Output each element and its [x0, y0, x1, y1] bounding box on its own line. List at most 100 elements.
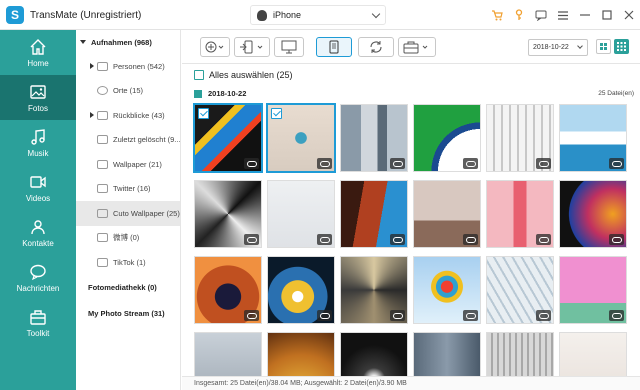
feedback-icon[interactable] [530, 0, 552, 30]
cloud-icon [244, 310, 259, 321]
checkbox-icon [194, 70, 204, 80]
photo-thumbnail[interactable] [559, 256, 627, 324]
message-icon [30, 264, 46, 280]
nav-kontakte[interactable]: Kontakte [0, 210, 76, 255]
grid-view-large-button[interactable] [596, 39, 611, 54]
export-to-itunes-button[interactable] [316, 37, 352, 57]
convert-button[interactable] [358, 37, 394, 57]
photo-thumbnail[interactable] [266, 103, 336, 173]
checkbox-checked[interactable] [271, 108, 282, 119]
album-item[interactable]: TikTok (1) [76, 250, 180, 275]
photo-thumbnail[interactable] [194, 332, 262, 376]
album-item[interactable]: Twitter (16) [76, 177, 180, 202]
toolbox-button[interactable] [398, 37, 436, 57]
close-icon[interactable] [618, 0, 640, 30]
video-icon [30, 175, 46, 188]
photo-thumbnail[interactable] [413, 104, 481, 172]
photo-thumbnail[interactable] [413, 256, 481, 324]
cloud-icon [609, 234, 624, 245]
minimize-icon[interactable] [574, 0, 596, 30]
status-bar: Insgesamt: 25 Datei(en)/38.04 MB; Ausgew… [182, 376, 640, 390]
cloud-icon [244, 234, 259, 245]
group-checkbox[interactable] [194, 89, 202, 98]
heart-icon [97, 110, 108, 120]
collapse-icon [90, 112, 94, 119]
export-to-pc-button[interactable] [274, 37, 304, 57]
photo-thumbnail[interactable] [340, 104, 408, 172]
cloud-icon [609, 310, 624, 321]
nav-musik[interactable]: Musik [0, 120, 76, 165]
photo-thumbnail[interactable] [486, 256, 554, 324]
nav-label: Toolkit [26, 328, 50, 338]
device-selector[interactable]: iPhone [250, 5, 386, 25]
maximize-icon[interactable] [596, 0, 618, 30]
photo-thumbnail[interactable] [340, 256, 408, 324]
photo-thumbnail[interactable] [193, 103, 263, 173]
album-group-label: Aufnahmen (968) [91, 37, 152, 47]
album-item[interactable]: Orte (15) [76, 79, 180, 104]
album-group-aufnahmen[interactable]: Aufnahmen (968) [76, 30, 180, 54]
nav-fotos[interactable]: Fotos [0, 75, 76, 120]
album-item[interactable]: Personen (542) [76, 54, 180, 79]
photo-thumbnail[interactable] [267, 256, 335, 324]
photo-thumbnail[interactable] [340, 180, 408, 248]
nav-label: Nachrichten [16, 283, 60, 293]
album-item[interactable]: Zuletzt gelöscht (9... [76, 128, 180, 153]
photo-thumbnail[interactable] [413, 180, 481, 248]
photo-thumbnail[interactable] [559, 332, 627, 376]
contacts-icon [31, 219, 45, 234]
album-label: Rückblicke (43) [113, 110, 165, 120]
grid-small-icon [617, 42, 626, 51]
photo-thumbnail[interactable] [267, 332, 335, 376]
date-group-label: 2018-10-22 [208, 89, 247, 98]
cloud-icon [244, 158, 259, 169]
phone-export-icon [240, 40, 263, 54]
photo-thumbnail[interactable] [267, 180, 335, 248]
photo-icon [30, 84, 46, 99]
cloud-icon [536, 158, 551, 169]
date-filter-select[interactable]: 2018-10-22 [528, 39, 588, 56]
album-label: 微博 (0) [113, 233, 140, 243]
apple-icon [257, 9, 267, 21]
export-to-device-button[interactable] [234, 37, 270, 57]
photo-grid [193, 103, 640, 376]
photo-thumbnail[interactable] [486, 180, 554, 248]
photo-thumbnail[interactable] [486, 332, 554, 376]
photo-thumbnail[interactable] [486, 104, 554, 172]
select-all-label: Alles auswählen (25) [209, 70, 293, 80]
checkbox-checked[interactable] [198, 108, 209, 119]
grid-view-small-button[interactable] [614, 39, 629, 54]
trash-icon [97, 135, 108, 145]
photo-thumbnail[interactable] [413, 332, 481, 376]
select-all-checkbox[interactable]: Alles auswählen (25) [194, 70, 293, 80]
album-item-selected[interactable]: Cuto Wallpaper (25) [76, 201, 180, 226]
album-item[interactable]: Wallpaper (21) [76, 152, 180, 177]
key-icon[interactable] [508, 0, 530, 30]
album-item[interactable]: Rückblicke (43) [76, 103, 180, 128]
nav-videos[interactable]: Videos [0, 165, 76, 210]
nav-nachrichten[interactable]: Nachrichten [0, 255, 76, 300]
album-section-fotomediathek[interactable]: Fotomediathekk (0) [76, 275, 180, 301]
photo-thumbnail[interactable] [194, 180, 262, 248]
cloud-icon [536, 310, 551, 321]
album-label: Wallpaper (21) [113, 159, 162, 169]
nav-label: Videos [25, 193, 51, 203]
cloud-icon [536, 234, 551, 245]
toolkit-icon [30, 309, 46, 325]
expand-icon [80, 40, 86, 44]
menu-icon[interactable] [552, 0, 574, 30]
cart-icon[interactable] [486, 0, 508, 30]
cloud-icon [390, 234, 405, 245]
photo-thumbnail[interactable] [194, 256, 262, 324]
nav-toolkit[interactable]: Toolkit [0, 300, 76, 345]
photo-thumbnail[interactable] [340, 332, 408, 376]
photo-thumbnail[interactable] [559, 180, 627, 248]
monitor-icon [281, 40, 297, 54]
photo-thumbnail[interactable] [559, 104, 627, 172]
nav-home[interactable]: Home [0, 30, 76, 75]
add-button[interactable] [200, 37, 230, 57]
album-item[interactable]: 微博 (0) [76, 226, 180, 251]
phone-icon [329, 40, 339, 54]
cloud-icon [463, 234, 478, 245]
album-section-photostream[interactable]: My Photo Stream (31) [76, 301, 180, 327]
